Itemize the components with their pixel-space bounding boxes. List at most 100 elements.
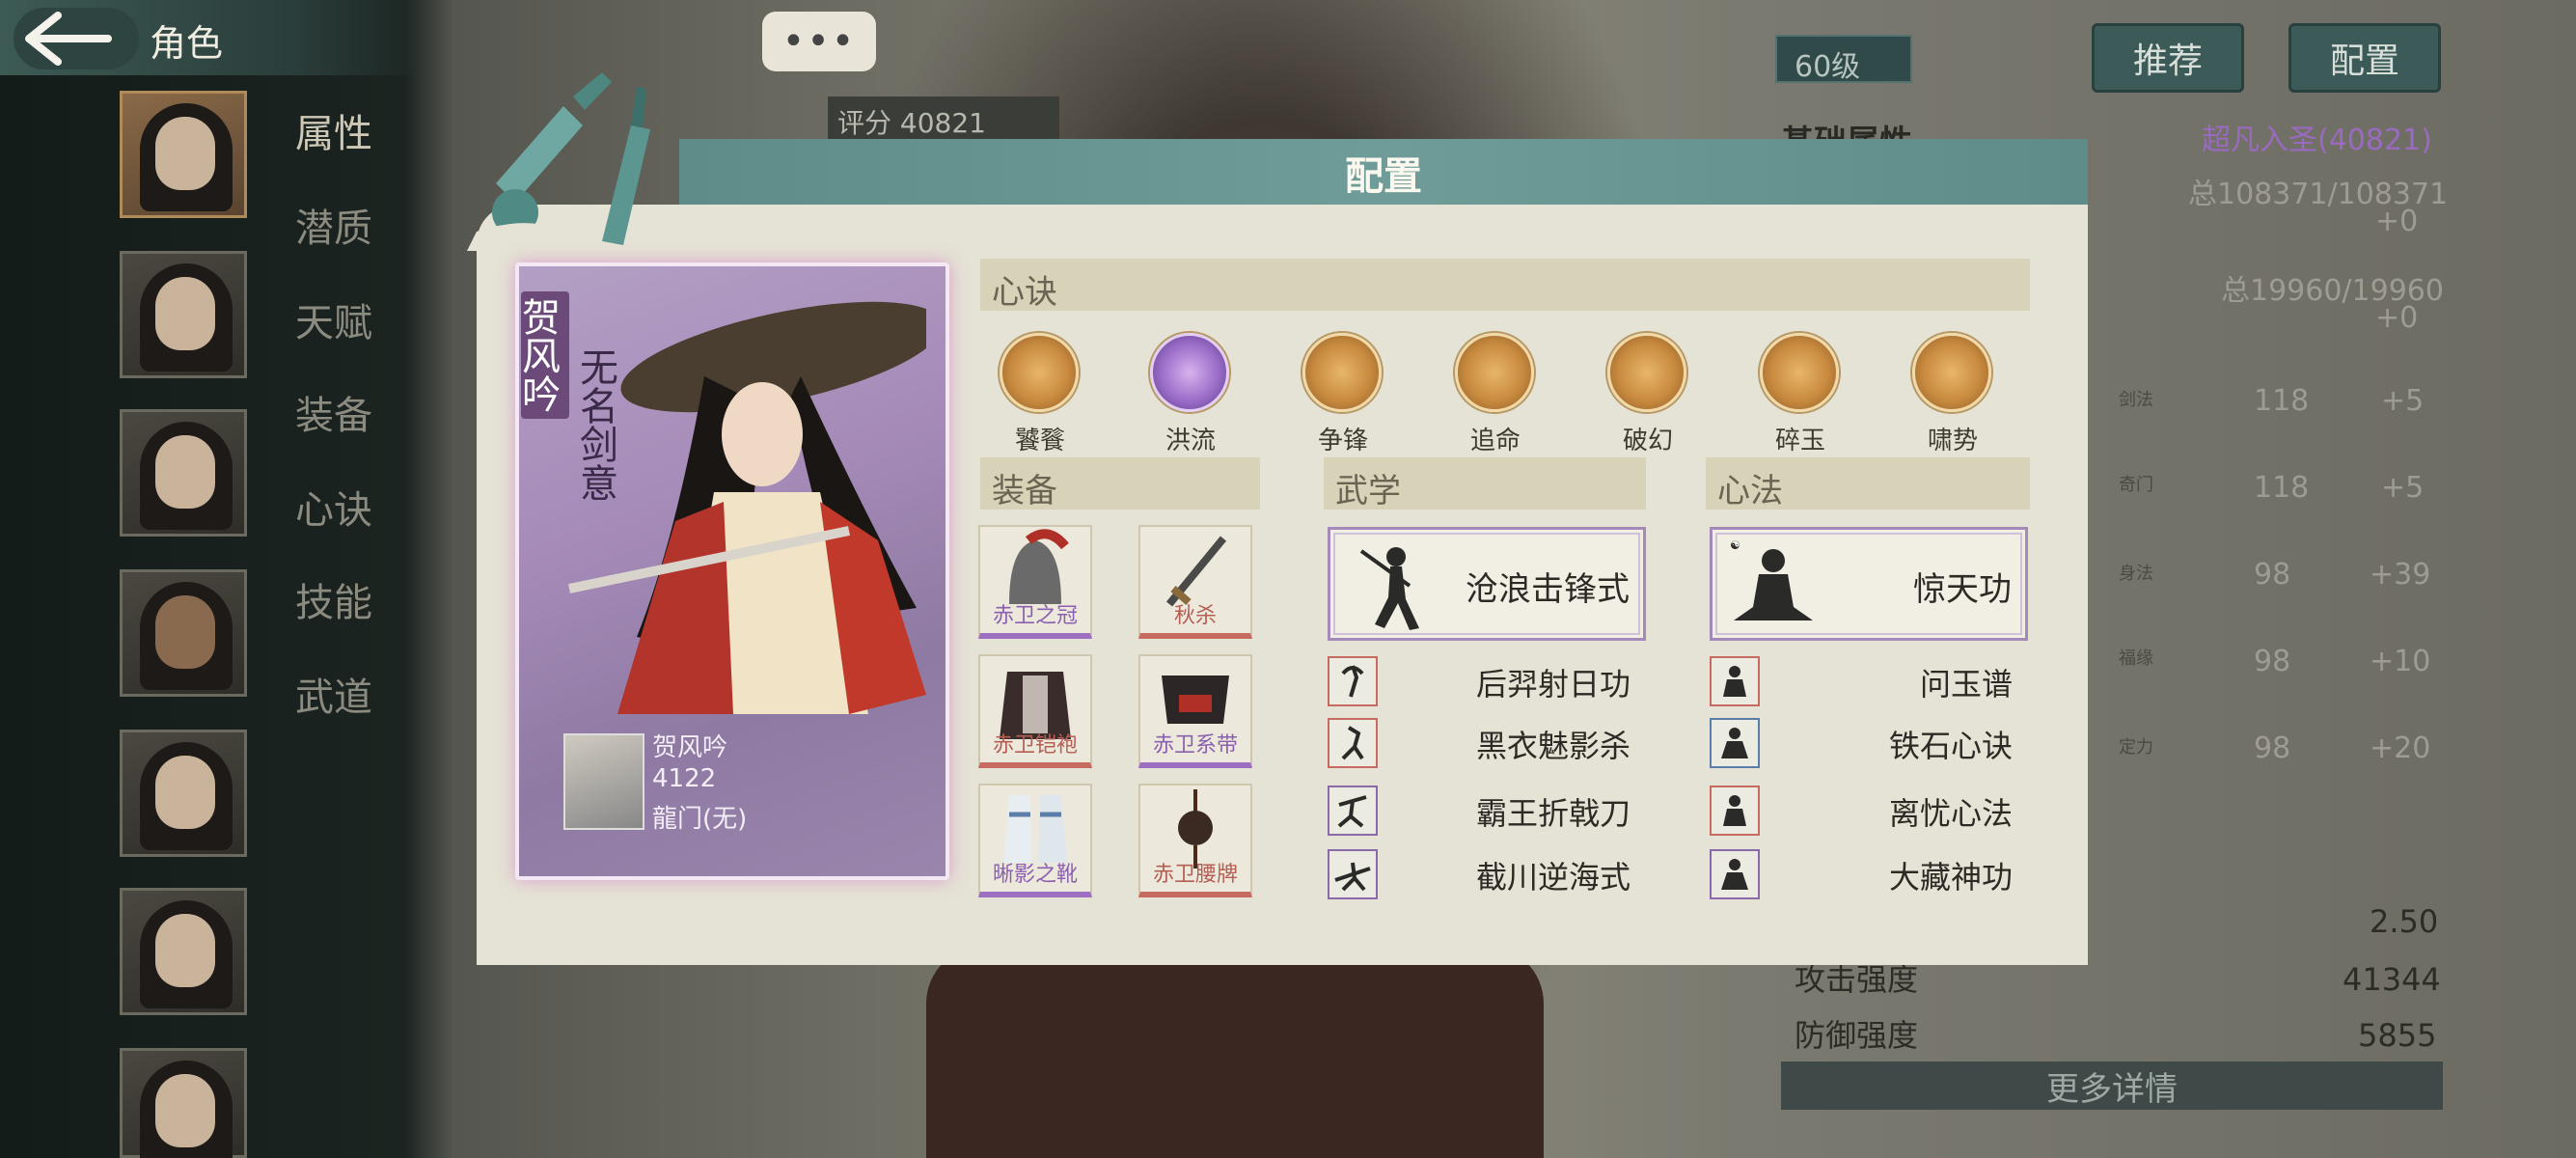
stat-value-2: 118 — [2254, 471, 2310, 505]
stat-bonus-2: +5 — [2381, 471, 2425, 505]
more-details-button[interactable]: 更多详情 — [1781, 1062, 2443, 1110]
stat-label-3: 身法 — [2119, 564, 2153, 584]
equip-weapon[interactable]: 秋杀 — [1138, 525, 1252, 639]
xinfa-main-name: 惊天功 — [1913, 570, 2012, 609]
defense-label: 防御强度 — [1795, 1017, 1919, 1054]
hero-name: 贺风吟 — [515, 291, 569, 419]
taotie-icon — [1000, 333, 1079, 412]
equip-name-4: 赤卫系带 — [1152, 733, 1238, 758]
blade-icon — [1337, 795, 1367, 828]
defense-value: 5855 — [2358, 1017, 2437, 1054]
monk-icon — [1723, 666, 1746, 697]
xinjue-label-3: 争锋 — [1317, 427, 1368, 455]
xinfa-icon-2[interactable] — [1710, 718, 1760, 768]
stat-label-2: 奇门 — [2119, 475, 2153, 495]
wuxue-name-2[interactable]: 黑衣魅影杀 — [1380, 722, 1631, 766]
assassin-icon — [1341, 726, 1364, 760]
monk-icon — [1721, 728, 1748, 758]
portrait-3[interactable] — [120, 409, 247, 537]
character-robe — [926, 946, 1544, 1158]
xinjue-label-4: 追命 — [1469, 427, 1521, 455]
stat-value-5: 98 — [2254, 731, 2291, 765]
hero-avatar — [563, 733, 644, 830]
xinjue-slot-7[interactable] — [1912, 333, 1991, 412]
equip-name-3: 赤卫铠袍 — [992, 733, 1078, 758]
stat-label-5: 定力 — [2119, 737, 2153, 758]
monk-icon — [1721, 859, 1748, 890]
xinjue-slot-6[interactable] — [1760, 333, 1839, 412]
xinjue-slot-4[interactable] — [1455, 333, 1534, 412]
stat-value-1: 118 — [2254, 384, 2310, 418]
wuxue-icon-1[interactable] — [1328, 656, 1378, 706]
modal-title: 配置 — [1345, 153, 1422, 199]
tab-talent[interactable]: 天赋 — [295, 291, 372, 347]
back-button[interactable] — [14, 8, 139, 69]
level-badge: 60级 — [1775, 35, 1912, 84]
wuxue-name-1[interactable]: 后羿射日功 — [1380, 660, 1631, 704]
stat-bonus-1: +5 — [2381, 384, 2425, 418]
xinjue-header: 心诀 — [980, 259, 2030, 312]
hero-title: 无名剑意 — [573, 347, 617, 502]
xinjue-label-1: 饕餮 — [1014, 427, 1065, 455]
zhengfeng-icon — [1302, 333, 1382, 412]
wuxue-name-4[interactable]: 截川逆海式 — [1380, 853, 1631, 897]
equip-armor[interactable]: 赤卫铠袍 — [978, 654, 1092, 768]
wuxue-icon-4[interactable] — [1328, 849, 1378, 899]
wuxue-name-3[interactable]: 霸王折戟刀 — [1380, 789, 1631, 834]
equip-name-6: 赤卫腰牌 — [1152, 863, 1238, 887]
score-label: 评分 — [837, 107, 892, 139]
equip-helmet[interactable]: 赤卫之冠 — [978, 525, 1092, 639]
tab-skills[interactable]: 技能 — [295, 571, 372, 627]
attack-value: 41344 — [2343, 961, 2441, 998]
recommend-button[interactable]: 推荐 — [2092, 23, 2244, 93]
xinjue-slot-5[interactable] — [1607, 333, 1686, 412]
portrait-2[interactable] — [120, 251, 247, 378]
xinjue-slot-1[interactable] — [1000, 333, 1079, 412]
mp-plus: +0 — [2375, 301, 2419, 335]
xinfa-header: 心法 — [1706, 457, 2030, 510]
wuxue-icon-3[interactable] — [1328, 786, 1378, 836]
portrait-6[interactable] — [120, 888, 247, 1015]
tab-equipment[interactable]: 装备 — [295, 384, 372, 440]
equip-belt[interactable]: 赤卫系带 — [1138, 654, 1252, 768]
tab-attributes[interactable]: 属性 — [295, 102, 372, 158]
xiaoshi-icon — [1912, 333, 1991, 412]
equip-boots[interactable]: 晰影之靴 — [978, 784, 1092, 897]
xinfa-icon-4[interactable] — [1710, 849, 1760, 899]
xinjue-slot-3[interactable] — [1302, 333, 1382, 412]
equip-name-2: 秋杀 — [1173, 604, 1217, 628]
xinjue-slot-2[interactable] — [1150, 333, 1229, 412]
portrait-5[interactable] — [120, 730, 247, 857]
tab-wudao[interactable]: 武道 — [295, 666, 372, 722]
stat-bonus-3: +39 — [2370, 558, 2431, 592]
xinfa-name-4[interactable]: 大藏神功 — [1762, 853, 2013, 897]
svg-text:☯: ☯ — [1730, 538, 1740, 552]
portrait-1[interactable] — [120, 91, 247, 218]
wuxue-main-name: 沧浪击锋式 — [1466, 570, 1630, 609]
pohuan-icon — [1607, 333, 1686, 412]
xinfa-icon-1[interactable] — [1710, 656, 1760, 706]
hero-power: 4122 — [652, 764, 717, 793]
tab-potential[interactable]: 潜质 — [295, 197, 372, 253]
tab-xinjue[interactable]: 心诀 — [295, 479, 372, 535]
equip-name-1: 赤卫之冠 — [992, 604, 1078, 628]
suiyu-icon — [1760, 333, 1839, 412]
xinfa-name-2[interactable]: 铁石心诀 — [1762, 722, 2013, 766]
extra-value: 2.50 — [2370, 903, 2439, 940]
portrait-7[interactable] — [120, 1048, 247, 1158]
sword-decoration-icon — [467, 72, 650, 251]
chat-bubble-button[interactable]: ••• — [762, 12, 876, 71]
wuxue-header: 武学 — [1324, 457, 1646, 510]
xinfa-main-slot[interactable]: ☯ 惊天功 — [1710, 527, 2028, 641]
xinfa-name-3[interactable]: 离忧心法 — [1762, 789, 2013, 834]
portrait-4[interactable] — [120, 569, 247, 697]
xinjue-label-6: 碎玉 — [1774, 427, 1825, 455]
wuxue-icon-2[interactable] — [1328, 718, 1378, 768]
xinfa-name-1[interactable]: 问玉谱 — [1762, 660, 2013, 704]
xinfa-icon-3[interactable] — [1710, 786, 1760, 836]
config-button[interactable]: 配置 — [2288, 23, 2441, 93]
wuxue-main-slot[interactable]: 沧浪击锋式 — [1328, 527, 1646, 641]
equip-header: 装备 — [980, 457, 1260, 510]
equip-token[interactable]: 赤卫腰牌 — [1138, 784, 1252, 897]
stat-label-1: 剑法 — [2119, 390, 2153, 410]
